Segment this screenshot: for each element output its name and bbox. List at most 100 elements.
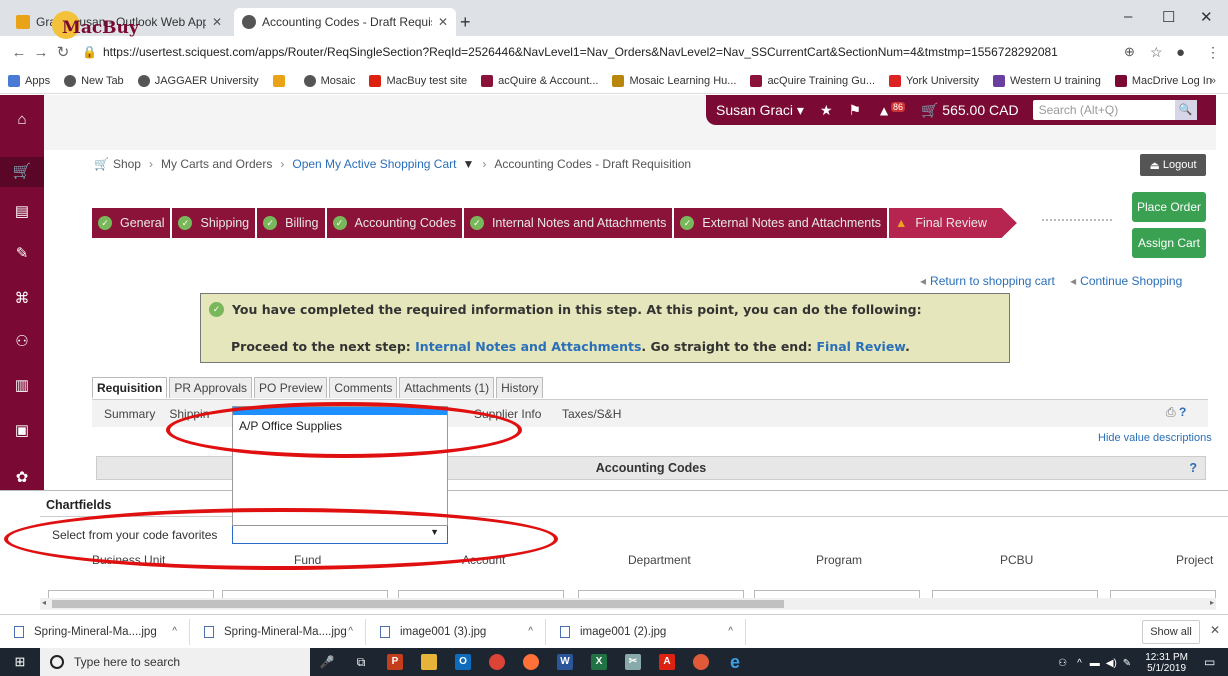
clock[interactable]: 12:31 PM 5/1/2019 [1145,652,1188,674]
close-icon[interactable]: ✕ [438,15,448,29]
chevron-up-icon[interactable]: ^ [348,626,353,637]
powerpoint-icon[interactable]: P [378,648,412,676]
program-field[interactable] [754,590,920,598]
maximize-button[interactable]: ☐ [1162,8,1175,26]
bookmark-york[interactable]: York University [889,74,979,87]
breadcrumb-shop[interactable]: Shop [113,157,141,171]
tab-history[interactable]: History [496,377,544,398]
documents-icon[interactable]: ▤ [13,203,31,221]
download-item[interactable]: Spring-Mineral-Ma....jpg ^ [0,618,190,645]
minimize-button[interactable]: – [1124,8,1132,25]
edit-icon[interactable]: ✎ [13,245,31,263]
account-field[interactable] [398,590,564,598]
bookmark-new-tab[interactable]: New Tab [64,74,124,87]
zoom-icon[interactable]: ⊕ [1124,44,1135,60]
edge-icon[interactable]: e [718,648,752,676]
continue-shopping-link[interactable]: Continue Shopping [1080,274,1182,288]
chrome-icon[interactable] [480,648,514,676]
bookmark-acquire[interactable]: acQuire & Account... [481,74,598,87]
bookmark-acquire-training[interactable]: acQuire Training Gu... [750,74,875,87]
volume-icon[interactable]: ◀) [1106,658,1117,669]
show-all-button[interactable]: Show all [1142,620,1200,644]
scrollbar-thumb[interactable] [52,600,784,608]
return-to-cart-link[interactable]: Return to shopping cart [930,274,1055,288]
project-field[interactable] [1110,590,1216,598]
caret-down-icon[interactable]: ▼ [462,157,474,171]
close-icon[interactable]: ✕ [212,15,222,29]
scroll-right-icon[interactable]: ▸ [1210,598,1214,607]
cart-icon[interactable]: 🛒 [0,157,44,187]
new-tab-button[interactable]: + [460,12,471,33]
pen-icon[interactable]: ✎ [1123,658,1131,669]
cart-total[interactable]: 🛒 565.00 CAD [921,102,1019,119]
tab-po-preview[interactable]: PO Preview [254,377,328,398]
download-item[interactable]: image001 (3).jpg ^ [366,618,546,645]
department-field[interactable] [578,590,744,598]
assign-cart-button[interactable]: Assign Cart [1132,228,1206,258]
pcbu-field[interactable] [932,590,1098,598]
breadcrumb-active-cart[interactable]: Open My Active Shopping Cart [292,157,456,171]
bank-icon[interactable]: ⌘ [13,290,31,308]
business-unit-field[interactable] [48,590,214,598]
chevron-up-icon[interactable]: ^ [528,626,533,637]
breadcrumb-my-carts[interactable]: My Carts and Orders [161,157,272,171]
chevron-up-icon[interactable]: ^ [728,626,733,637]
word-icon[interactable]: W [548,648,582,676]
excel-icon[interactable]: X [582,648,616,676]
subtab-taxes[interactable]: Taxes/S&H [562,407,621,421]
close-window-button[interactable]: ✕ [1200,8,1213,26]
close-icon[interactable]: ✕ [1210,623,1220,637]
bookmark-macdrive[interactable]: MacDrive Log In [1114,74,1212,87]
people-icon[interactable]: ⚇ [1058,658,1067,669]
menu-icon[interactable]: ⋮ [1206,44,1220,61]
home-icon[interactable]: ⌂ [13,111,31,129]
acrobat-icon[interactable]: A [650,648,684,676]
next-step-link[interactable]: Internal Notes and Attachments [415,339,641,354]
bookmark-outlook[interactable] [272,74,290,87]
reports-icon[interactable]: ▥ [13,377,31,395]
chevron-up-icon[interactable]: ^ [1077,658,1082,669]
logout-button[interactable]: ⏏ Logout [1140,154,1206,176]
step-shipping[interactable]: ✓ Shipping [172,208,258,238]
back-icon[interactable]: ← [8,44,30,61]
macbuy-logo[interactable]: MacBuy [52,8,139,46]
download-item[interactable]: Spring-Mineral-Ma....jpg ^ [190,618,366,645]
bookmark-macbuy-test[interactable]: MacBuy test site [369,74,467,87]
url-field[interactable]: 🔒 https://usertest.sciquest.com/apps/Rout… [82,45,1058,59]
bookmark-jaggaer[interactable]: JAGGAER University [137,74,259,87]
taskbar-search[interactable]: Type here to search [40,648,310,676]
search-icon[interactable]: 🔍 [1174,100,1197,120]
flag-icon[interactable]: ⚑ [849,102,862,119]
tab-comments[interactable]: Comments [329,377,398,398]
app-icon[interactable] [684,648,718,676]
hide-value-descriptions-link[interactable]: Hide value descriptions [1098,432,1212,444]
snipping-tool-icon[interactable]: ✂ [616,648,650,676]
download-item[interactable]: image001 (2).jpg ^ [546,618,746,645]
task-view-icon[interactable]: ⧉ [344,648,378,676]
action-center-icon[interactable]: ▭ [1204,655,1220,671]
tab-attachments[interactable]: Attachments (1) [399,377,495,398]
step-internal-notes[interactable]: ✓ Internal Notes and Attachments [463,208,675,238]
bookmark-western[interactable]: Western U training [993,74,1101,87]
network-icon[interactable]: ▬ [1090,658,1100,669]
windows-start-icon[interactable]: ⊞ [0,654,40,670]
place-order-button[interactable]: Place Order [1132,192,1206,222]
subtab-summary[interactable]: Summary [104,407,155,421]
final-review-link[interactable]: Final Review [817,339,906,354]
help-icon[interactable]: ? [1179,405,1186,419]
notifications-icon[interactable]: ▲ 86 [877,101,905,118]
horizontal-scrollbar[interactable]: ◂ ▸ [40,598,1216,610]
print-icon[interactable]: ⎙ ? [1166,405,1186,420]
star-icon[interactable]: ☆ [1150,44,1163,61]
outlook-icon[interactable]: O [446,648,480,676]
profile-icon[interactable]: ● [1176,44,1185,61]
gear-icon[interactable]: ✿ [13,469,31,487]
user-menu[interactable]: Susan Graci ▾ [716,102,804,119]
scroll-left-icon[interactable]: ◂ [42,598,46,607]
step-external-notes[interactable]: ✓ External Notes and Attachments [674,208,889,238]
fund-field[interactable] [222,590,388,598]
users-icon[interactable]: ⚇ [13,333,31,351]
star-icon[interactable]: ★ [820,102,833,119]
step-accounting-codes[interactable]: ✓ Accounting Codes [326,208,464,238]
step-final-review[interactable]: ▲ Final Review [888,208,1017,238]
